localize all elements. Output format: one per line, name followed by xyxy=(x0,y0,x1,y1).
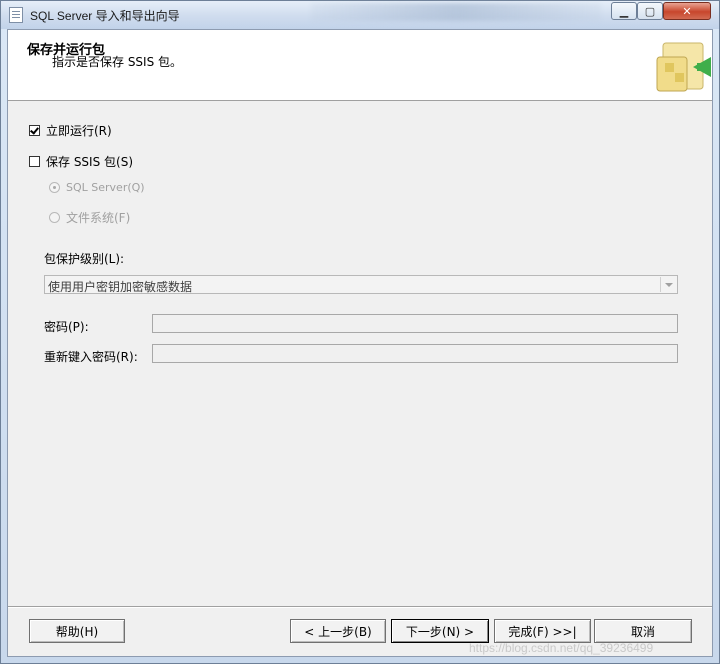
cancel-button[interactable]: 取消 xyxy=(594,619,692,643)
run-immediately-label: 立即运行(R) xyxy=(46,124,112,138)
protection-level-label: 包保护级别(L): xyxy=(44,252,125,266)
save-ssis-option[interactable]: 保存 SSIS 包(S) xyxy=(29,153,133,170)
file-system-label: 文件系统(F) xyxy=(66,211,131,225)
page-header: 保存并运行包 指示是否保存 SSIS 包。 xyxy=(8,30,712,101)
protection-level-value: 使用用户密钥加密敏感数据 xyxy=(48,280,193,294)
password-label: 密码(P): xyxy=(44,320,89,334)
run-immediately-option[interactable]: 立即运行(R) xyxy=(29,122,112,139)
save-ssis-label: 保存 SSIS 包(S) xyxy=(46,155,134,169)
minimize-icon: ▁ xyxy=(619,4,629,18)
wizard-client: 保存并运行包 指示是否保存 SSIS 包。 立即运行(R) 保存 SSIS 包(… xyxy=(7,29,713,657)
next-button[interactable]: 下一步(N) > xyxy=(391,619,489,643)
file-system-radio[interactable] xyxy=(49,212,60,223)
chevron-down-icon[interactable] xyxy=(660,277,676,292)
file-system-option[interactable]: 文件系统(F) xyxy=(49,209,130,226)
close-button[interactable]: ✕ xyxy=(663,2,711,20)
blurred-title-area xyxy=(311,3,601,21)
watermark-text: https://blog.csdn.net/qq_39236499 xyxy=(469,641,654,655)
password-input[interactable] xyxy=(152,314,678,333)
close-icon: ✕ xyxy=(682,4,692,18)
run-immediately-checkbox[interactable] xyxy=(29,125,40,136)
window-title: SQL Server 导入和导出向导 xyxy=(30,9,180,23)
sql-server-radio[interactable] xyxy=(49,182,60,193)
wizard-window: SQL Server 导入和导出向导 ▁ ▢ ✕ 保存并运行包 指示是否保存 S… xyxy=(0,0,720,664)
maximize-button[interactable]: ▢ xyxy=(637,2,663,20)
app-icon xyxy=(9,7,23,23)
footer-divider xyxy=(8,606,712,607)
sql-server-label: SQL Server(Q) xyxy=(66,181,145,194)
sql-server-option[interactable]: SQL Server(Q) xyxy=(49,181,145,194)
help-button[interactable]: 帮助(H) xyxy=(29,619,125,643)
wizard-package-icon xyxy=(656,42,711,92)
title-bar[interactable]: SQL Server 导入和导出向导 ▁ ▢ ✕ xyxy=(1,1,719,29)
minimize-button[interactable]: ▁ xyxy=(611,2,637,20)
page-description: 指示是否保存 SSIS 包。 xyxy=(52,55,183,69)
protection-level-select[interactable]: 使用用户密钥加密敏感数据 xyxy=(44,275,678,294)
retype-password-label: 重新键入密码(R): xyxy=(44,350,138,364)
maximize-icon: ▢ xyxy=(644,4,656,18)
finish-button[interactable]: 完成(F) >>| xyxy=(494,619,591,643)
back-button[interactable]: < 上一步(B) xyxy=(290,619,386,643)
retype-password-input[interactable] xyxy=(152,344,678,363)
save-ssis-checkbox[interactable] xyxy=(29,156,40,167)
